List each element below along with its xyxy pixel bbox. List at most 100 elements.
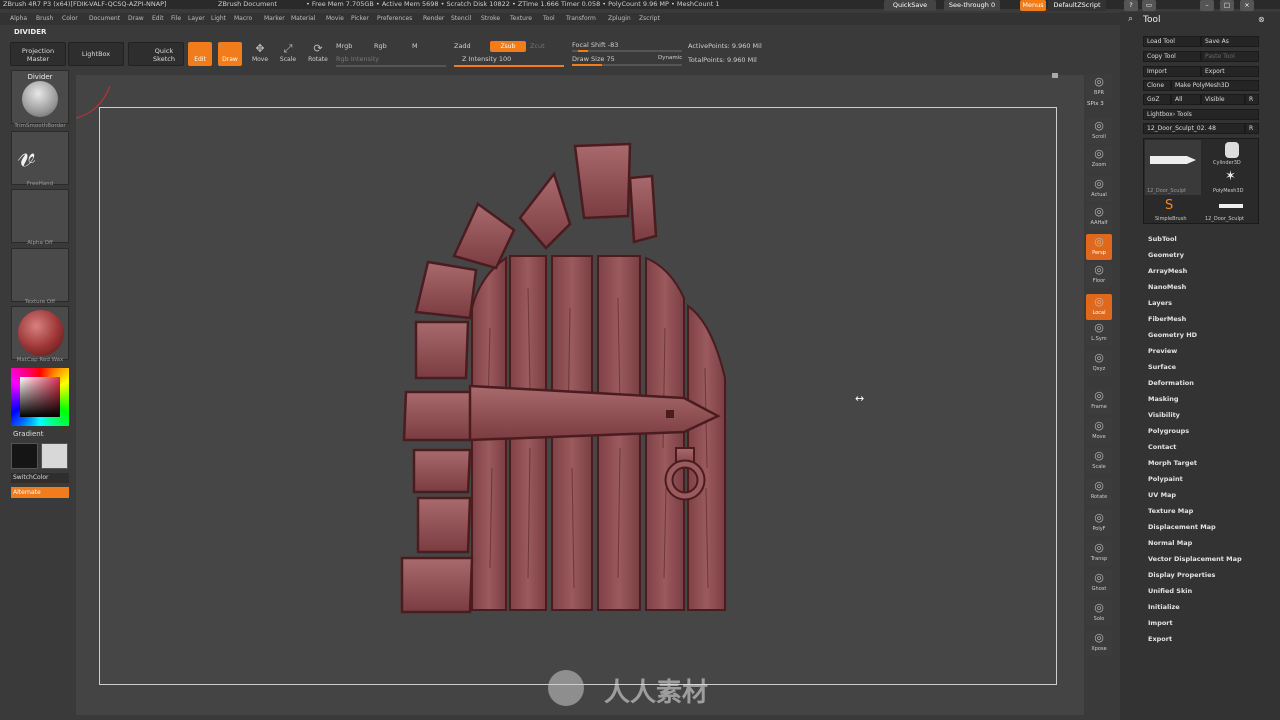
menu-draw[interactable]: Draw — [128, 15, 144, 22]
tool-search-icon[interactable]: ⌕ — [1128, 14, 1133, 24]
menu-transform[interactable]: Transform — [566, 15, 596, 22]
draw-button[interactable]: Draw — [218, 42, 242, 66]
edit-button[interactable]: Edit — [188, 42, 212, 66]
subpalette-visibility[interactable]: Visibility — [1148, 411, 1180, 419]
projection-master-button[interactable]: Projection Master — [10, 42, 66, 66]
export-button[interactable]: Export — [1201, 66, 1259, 77]
visible-button[interactable]: Visible — [1201, 94, 1245, 105]
thumb-cylinder[interactable]: Cylinder3D — [1203, 140, 1259, 168]
texture-slot[interactable] — [11, 248, 69, 302]
subpalette-initialize[interactable]: Initialize — [1148, 603, 1180, 611]
paste-tool-button[interactable]: Paste Tool — [1201, 51, 1259, 62]
secondary-color-swatch[interactable] — [41, 443, 68, 469]
subpalette-subtool[interactable]: SubTool — [1148, 235, 1177, 243]
dock-zoom[interactable]: ◎ Zoom — [1086, 146, 1112, 172]
menu-movie[interactable]: Movie — [326, 15, 344, 22]
thumb-polymesh[interactable]: ✶ PolyMesh3D — [1203, 169, 1259, 196]
menu-tool[interactable]: Tool — [543, 15, 555, 22]
focal-shift-track[interactable] — [572, 50, 682, 52]
maximize-icon[interactable]: □ — [1220, 0, 1234, 11]
layout-icon[interactable]: ▭ — [1142, 0, 1156, 11]
subpalette-geometry[interactable]: Geometry — [1148, 251, 1184, 259]
lightbox-button[interactable]: LightBox — [68, 42, 124, 66]
spix-slider[interactable]: SPix 3 — [1087, 101, 1104, 107]
tool-r-button[interactable]: R — [1245, 123, 1259, 134]
subpalette-surface[interactable]: Surface — [1148, 363, 1176, 371]
see-through-slider[interactable]: See-through 0 — [944, 0, 1000, 11]
r-button[interactable]: R — [1245, 94, 1259, 105]
menu-file[interactable]: File — [171, 15, 181, 22]
subpalette-export[interactable]: Export — [1148, 635, 1172, 643]
subpalette-texture-map[interactable]: Texture Map — [1148, 507, 1193, 515]
make-polymesh-button[interactable]: Make PolyMesh3D — [1171, 80, 1259, 91]
dock-move[interactable]: ◎ Move — [1086, 418, 1112, 444]
subpalette-normal-map[interactable]: Normal Map — [1148, 539, 1192, 547]
brush-slot[interactable]: Divider — [11, 70, 69, 124]
subpalette-nanomesh[interactable]: NanoMesh — [1148, 283, 1186, 291]
menu-preferences[interactable]: Preferences — [377, 15, 412, 22]
all-button[interactable]: All — [1171, 94, 1201, 105]
thumb-simplebrush[interactable]: S SimpleBrush — [1145, 198, 1201, 224]
menu-document[interactable]: Document — [89, 15, 120, 22]
color-picker[interactable] — [11, 368, 69, 426]
close-icon[interactable]: × — [1240, 0, 1254, 11]
subpalette-uv-map[interactable]: UV Map — [1148, 491, 1176, 499]
rgb-toggle[interactable]: Rgb — [374, 42, 387, 50]
stroke-slot[interactable]: 𝓋 — [11, 131, 69, 185]
menus-button[interactable]: Menus — [1020, 0, 1046, 11]
dock-local[interactable]: ◎ Local — [1086, 294, 1112, 320]
subpalette-polypaint[interactable]: Polypaint — [1148, 475, 1183, 483]
subpalette-arraymesh[interactable]: ArrayMesh — [1148, 267, 1187, 275]
rgb-intensity-track[interactable] — [336, 65, 446, 67]
subpalette-preview[interactable]: Preview — [1148, 347, 1177, 355]
quick-sketch-button[interactable]: Quick Sketch — [128, 42, 184, 66]
menu-alpha[interactable]: Alpha — [10, 15, 27, 22]
menu-marker[interactable]: Marker — [264, 15, 285, 22]
dock-rotate[interactable]: ◎ Rotate — [1086, 478, 1112, 504]
dock-actual[interactable]: ◎ Actual — [1086, 176, 1112, 202]
material-slot[interactable] — [11, 306, 69, 360]
menu-zplugin[interactable]: Zplugin — [608, 15, 631, 22]
primary-color-swatch[interactable] — [11, 443, 38, 469]
palette-close-icon[interactable]: ⊗ — [1258, 15, 1265, 24]
dock-scale[interactable]: ◎ Scale — [1086, 448, 1112, 474]
zcut-toggle[interactable]: Zcut — [530, 42, 545, 50]
subpalette-fibermesh[interactable]: FiberMesh — [1148, 315, 1186, 323]
dock-qxyz[interactable]: ◎ Qxyz — [1086, 350, 1112, 376]
menu-zscript[interactable]: Zscript — [639, 15, 660, 22]
move-button[interactable]: ✥ Move — [248, 42, 272, 66]
subpalette-unified-skin[interactable]: Unified Skin — [1148, 587, 1192, 595]
subpalette-masking[interactable]: Masking — [1148, 395, 1179, 403]
zsub-toggle[interactable]: Zsub — [490, 41, 526, 52]
dock-frame[interactable]: ◎ Frame — [1086, 388, 1112, 414]
dock-persp[interactable]: ◎ Persp — [1086, 234, 1112, 260]
draw-size-slider[interactable]: Draw Size 75 — [572, 55, 615, 63]
dock-ghost[interactable]: ◎ Ghost — [1086, 570, 1112, 596]
goz-button[interactable]: GoZ — [1143, 94, 1171, 105]
dock-solo[interactable]: ◎ Solo — [1086, 600, 1112, 626]
m-toggle[interactable]: M — [412, 42, 418, 50]
save-as-button[interactable]: Save As — [1201, 36, 1259, 47]
load-tool-button[interactable]: Load Tool — [1143, 36, 1201, 47]
mrgb-toggle[interactable]: Mrgb — [336, 42, 352, 50]
switchcolor-button[interactable]: SwitchColor — [11, 473, 69, 483]
alpha-slot[interactable] — [11, 189, 69, 243]
menu-render[interactable]: Render — [423, 15, 444, 22]
canvas[interactable] — [99, 107, 1057, 685]
dock-floor[interactable]: ◎ Floor — [1086, 262, 1112, 288]
z-intensity-track[interactable] — [454, 65, 564, 67]
menu-picker[interactable]: Picker — [351, 15, 369, 22]
scroll-marker[interactable] — [1052, 73, 1058, 78]
menu-brush[interactable]: Brush — [36, 15, 53, 22]
z-intensity-slider[interactable]: Z Intensity 100 — [462, 55, 511, 63]
subpalette-vector-displacement-map[interactable]: Vector Displacement Map — [1148, 555, 1242, 563]
menu-color[interactable]: Color — [62, 15, 78, 22]
help-icon[interactable]: ? — [1124, 0, 1138, 11]
thumb-door[interactable]: 12_Door_Sculpt — [1145, 140, 1201, 195]
subpalette-polygroups[interactable]: Polygroups — [1148, 427, 1189, 435]
dock-transp[interactable]: ◎ Transp — [1086, 540, 1112, 566]
rotate-button[interactable]: ⟳ Rotate — [306, 42, 330, 66]
dock-xpose[interactable]: ◎ Xpose — [1086, 630, 1112, 656]
subpalette-geometry-hd[interactable]: Geometry HD — [1148, 331, 1197, 339]
dynamic-toggle[interactable]: Dynamic — [658, 55, 682, 61]
